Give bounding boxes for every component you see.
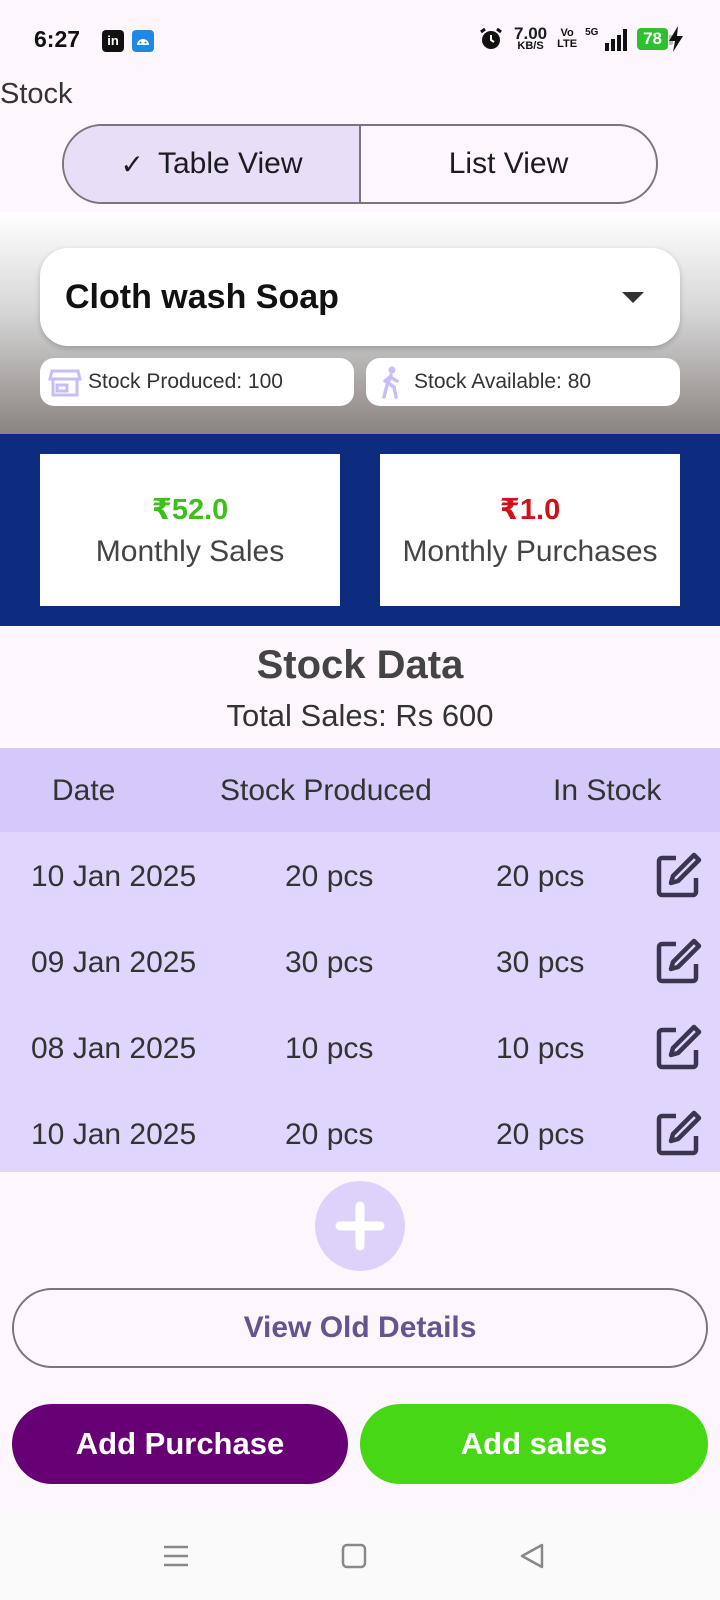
edit-icon[interactable]	[654, 938, 702, 986]
battery-icon: 78	[637, 28, 673, 50]
add-sales-button[interactable]: Add sales	[360, 1404, 708, 1484]
alarm-icon	[480, 27, 502, 49]
row-in-stock: 20 pcs	[496, 1118, 585, 1151]
stock-produced-text: Stock Produced: 100	[88, 370, 283, 393]
row-produced: 10 pcs	[285, 1032, 374, 1065]
stock-data-title: Stock Data	[256, 643, 464, 687]
add-purchase-button[interactable]: Add Purchase	[12, 1404, 348, 1484]
row-in-stock: 20 pcs	[496, 860, 585, 893]
row-date: 08 Jan 2025	[31, 1032, 197, 1065]
check-icon: ✓	[120, 148, 144, 180]
back-icon[interactable]	[518, 1542, 546, 1570]
total-sales-text: Total Sales: Rs 600	[226, 698, 494, 733]
stock-available-text: Stock Available: 80	[414, 370, 592, 393]
product-dropdown[interactable]: Cloth wash Soap	[40, 248, 680, 346]
monthly-sales-value: ₹52.0	[151, 493, 229, 526]
linkedin-icon: in	[102, 30, 124, 52]
table-row: 10 Jan 2025 20 pcs 20 pcs	[0, 832, 720, 918]
plus-icon	[335, 1201, 385, 1251]
monthly-purchases-value: ₹1.0	[499, 493, 561, 526]
net-speed: 7.00 KB/S	[514, 24, 548, 52]
product-name: Cloth wash Soap	[65, 278, 339, 316]
table-view-button[interactable]: ✓ Table View	[64, 126, 361, 202]
status-bar: 6:27 in 7.00 KB/S Vo LTE 5G 78	[0, 0, 720, 82]
network-type: 5G	[585, 27, 599, 38]
row-date: 10 Jan 2025	[31, 860, 197, 893]
volte-indicator: Vo LTE	[557, 27, 578, 50]
android-icon	[132, 30, 154, 52]
status-icons: 7.00 KB/S Vo LTE 5G 78	[478, 24, 673, 52]
monthly-sales-card: ₹52.0 Monthly Sales	[40, 454, 340, 606]
monthly-purchases-card: ₹1.0 Monthly Purchases	[380, 454, 680, 606]
list-view-label: List View	[448, 147, 569, 180]
product-header: Cloth wash Soap Stock Produced: 100 Stoc…	[0, 212, 720, 434]
signal-icon: 5G	[585, 27, 628, 51]
stock-produced-chip: Stock Produced: 100	[40, 358, 354, 406]
row-produced: 20 pcs	[285, 860, 374, 893]
row-in-stock: 30 pcs	[496, 946, 585, 979]
row-produced: 20 pcs	[285, 1118, 374, 1151]
table-row: 08 Jan 2025 10 pcs 10 pcs	[0, 1004, 720, 1090]
table-view-label: Table View	[157, 147, 303, 180]
edit-icon[interactable]	[654, 1024, 702, 1072]
row-date: 10 Jan 2025	[31, 1118, 197, 1151]
row-in-stock: 10 pcs	[496, 1032, 585, 1065]
monthly-sales-label: Monthly Sales	[95, 534, 285, 568]
home-icon[interactable]	[340, 1542, 368, 1570]
table-row: 10 Jan 2025 20 pcs 20 pcs	[0, 1090, 720, 1176]
status-time: 6:27	[34, 26, 81, 52]
column-header-stock-produced: Stock Produced	[220, 774, 432, 807]
row-date: 09 Jan 2025	[31, 946, 197, 979]
edit-icon[interactable]	[654, 852, 702, 900]
summary-band: ₹52.0 Monthly Sales ₹1.0 Monthly Purchas…	[0, 434, 720, 626]
table-body: 10 Jan 2025 20 pcs 20 pcs 09 Jan 2025 30…	[0, 832, 720, 1172]
monthly-purchases-label: Monthly Purchases	[402, 534, 658, 568]
table-row: 09 Jan 2025 30 pcs 30 pcs	[0, 918, 720, 1004]
stock-available-chip: Stock Available: 80	[366, 358, 680, 406]
view-toggle: ✓ Table View List View	[62, 124, 658, 204]
column-header-in-stock: In Stock	[553, 774, 662, 807]
charging-icon	[668, 26, 684, 58]
list-view-button[interactable]: List View	[361, 126, 656, 202]
walking-person-icon	[382, 366, 399, 399]
menu-icon[interactable]	[162, 1542, 190, 1570]
table-header: Date Stock Produced In Stock	[0, 748, 720, 832]
view-old-details-button[interactable]: View Old Details	[12, 1288, 708, 1368]
row-produced: 30 pcs	[285, 946, 374, 979]
store-icon	[48, 369, 82, 397]
column-header-date: Date	[52, 774, 116, 807]
stock-table: Date Stock Produced In Stock 10 Jan 2025…	[0, 748, 720, 1172]
edit-icon[interactable]	[654, 1110, 702, 1158]
add-stock-button[interactable]	[315, 1181, 405, 1271]
dropdown-arrow-icon	[622, 292, 644, 303]
system-nav-bar	[0, 1512, 720, 1600]
page-title: Stock	[0, 78, 73, 110]
